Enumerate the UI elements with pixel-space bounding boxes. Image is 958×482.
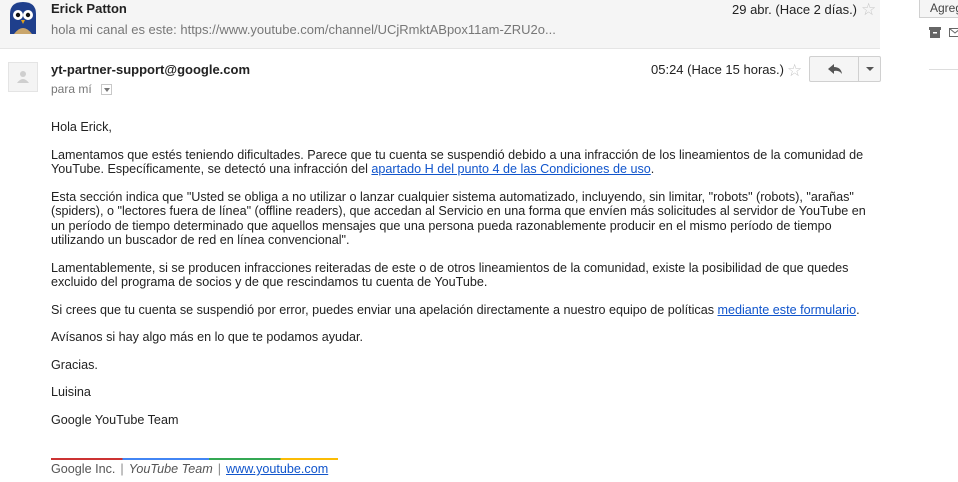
mail-icon[interactable]: [949, 27, 958, 38]
person-icon: [17, 71, 29, 83]
collapsed-date: 29 abr. (Hace 2 días.): [732, 2, 858, 17]
reply-icon: [828, 64, 842, 74]
signature-team: Google YouTube Team: [51, 412, 179, 427]
youtube-link[interactable]: www.youtube.com: [226, 462, 328, 476]
message-date: 05:24 (Hace 15 horas.): [651, 62, 784, 77]
footer-company: Google Inc.: [51, 462, 116, 476]
collapsed-sender-name: Erick Patton: [51, 1, 127, 16]
sidebar-divider: [929, 69, 958, 70]
footer-separator: |: [120, 462, 124, 476]
footer-color-bar: [51, 458, 338, 460]
signature-name: Luisina: [51, 385, 91, 399]
archive-icon[interactable]: [929, 27, 941, 38]
collapsed-message[interactable]: Erick Patton hola mi canal es este: http…: [0, 0, 880, 49]
star-icon[interactable]: ☆: [787, 62, 802, 79]
show-details-dropdown-icon[interactable]: [101, 84, 112, 95]
terms-link[interactable]: apartado H del punto 4 de las Condicione…: [371, 162, 650, 176]
right-sidebar: Agregar: [919, 0, 958, 482]
message-body: Hola Erick, Lamentamos que estés teniend…: [51, 120, 871, 440]
footer-team: YouTube Team: [128, 462, 213, 476]
paragraph-6: Gracias.: [51, 357, 98, 372]
more-options-button[interactable]: [858, 56, 881, 82]
paragraph-5: Avísanos si hay algo más en lo que te po…: [51, 330, 364, 344]
email-footer: Google Inc. | YouTube Team | www.youtube.com: [51, 462, 328, 476]
recipient-label: para mí: [51, 82, 92, 96]
sender-email: yt-partner-support@google.com: [51, 62, 251, 77]
star-icon[interactable]: ☆: [861, 1, 876, 18]
appeal-form-link[interactable]: mediante este formulario: [718, 303, 857, 317]
add-button[interactable]: Agregar: [919, 0, 958, 18]
paragraph-1: Lamentamos que estés teniendo dificultad…: [51, 147, 864, 177]
footer-separator: |: [217, 462, 222, 476]
sender-avatar-generic: [8, 62, 38, 92]
collapsed-snippet: hola mi canal es este: https://www.youtu…: [51, 22, 556, 37]
paragraph-3: Lamentablemente, si se producen infracci…: [51, 260, 849, 290]
greeting: Hola Erick,: [51, 120, 112, 134]
sender-avatar: [6, 0, 40, 34]
paragraph-4: Si crees que tu cuenta se suspendió por …: [51, 302, 860, 317]
paragraph-2: Esta sección indica que "Usted se obliga…: [51, 189, 866, 248]
email-thread: Erick Patton hola mi canal es este: http…: [0, 0, 881, 482]
reply-button[interactable]: [809, 56, 859, 82]
expanded-message: yt-partner-support@google.com para mí 05…: [0, 49, 881, 482]
